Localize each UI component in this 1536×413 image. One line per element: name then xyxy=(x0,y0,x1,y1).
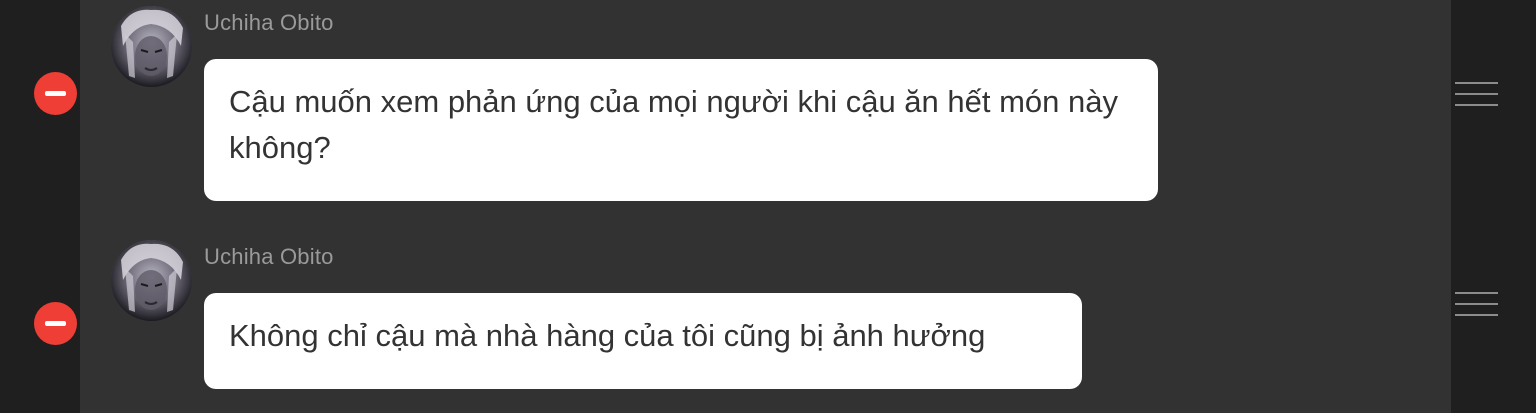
message-bubble[interactable]: Không chỉ cậu mà nhà hàng của tôi cũng b… xyxy=(204,293,1082,389)
drag-handle-icon[interactable] xyxy=(1455,82,1498,108)
avatar[interactable] xyxy=(111,6,192,87)
message-bubble[interactable]: Cậu muốn xem phản ứng của mọi người khi … xyxy=(204,59,1158,201)
avatar[interactable] xyxy=(111,240,192,321)
chat-editor-screen: Uchiha Obito Cậu muốn xem phản ứng của m… xyxy=(0,0,1536,413)
avatar-portrait-icon xyxy=(111,6,192,87)
delete-message-button[interactable] xyxy=(34,72,77,115)
sender-name: Uchiha Obito xyxy=(204,10,334,35)
message-row: Uchiha Obito Cậu muốn xem phản ứng của m… xyxy=(0,0,1536,225)
sender-name: Uchiha Obito xyxy=(204,244,334,269)
drag-handle-icon[interactable] xyxy=(1455,292,1498,318)
avatar-portrait-icon xyxy=(111,240,192,321)
minus-icon xyxy=(45,321,66,326)
delete-message-button[interactable] xyxy=(34,302,77,345)
message-row: Uchiha Obito Không chỉ cậu mà nhà hàng c… xyxy=(0,234,1536,413)
minus-icon xyxy=(45,91,66,96)
